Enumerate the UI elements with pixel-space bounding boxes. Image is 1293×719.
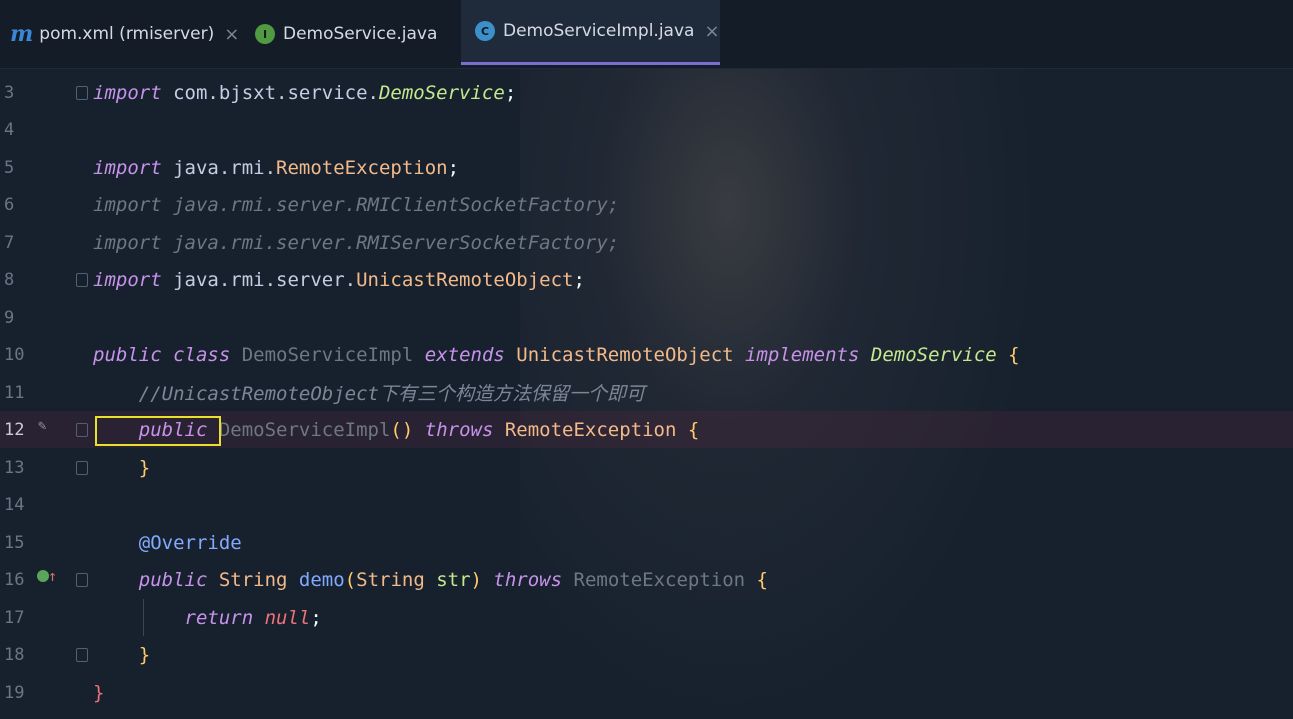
arrow-up-icon: ↑ <box>48 567 58 585</box>
interface-icon: I <box>255 24 275 44</box>
code-comment: //UnicastRemoteObject下有三个构造方法保留一个即可 <box>93 383 645 405</box>
code-line: 13 } <box>4 456 151 479</box>
line-number: 4 <box>4 119 15 140</box>
line-number: 17 <box>4 607 25 628</box>
code-line: 17 return null; <box>4 606 322 629</box>
line-number: 12 <box>4 419 25 440</box>
edit-pencil-icon[interactable]: ✎ <box>38 418 46 434</box>
code-editor[interactable]: 3 import com.bjsxt.service.DemoService; … <box>0 74 1293 719</box>
fold-icon[interactable] <box>76 461 88 475</box>
line-number: 14 <box>4 494 25 515</box>
line-number: 16 <box>4 569 25 590</box>
fold-icon[interactable] <box>76 573 88 587</box>
fold-icon[interactable] <box>76 273 88 287</box>
code-line: 6 import java.rmi.server.RMIClientSocket… <box>4 193 620 216</box>
code-line: 3 import com.bjsxt.service.DemoService; <box>4 81 517 104</box>
code-line: 18 } <box>4 643 151 666</box>
code-line: 8 import java.rmi.server.UnicastRemoteOb… <box>4 268 585 291</box>
code-line: 16 ↑ public String demo(String str) thro… <box>4 567 768 591</box>
line-number: 15 <box>4 532 25 553</box>
line-number: 13 <box>4 457 25 478</box>
line-number: 3 <box>4 82 15 103</box>
close-icon[interactable]: × <box>224 24 239 45</box>
line-number: 5 <box>4 157 15 178</box>
tab-demoserviceimpl[interactable]: C DemoServiceImpl.java × <box>461 0 720 65</box>
code-line: 11 //UnicastRemoteObject下有三个构造方法保留一个即可 <box>0 374 1293 411</box>
indent-guide <box>143 599 144 636</box>
tab-label: DemoServiceImpl.java <box>503 21 695 41</box>
code-line: 7 import java.rmi.server.RMIServerSocket… <box>4 231 620 254</box>
line-number: 18 <box>4 644 25 665</box>
line-number: 19 <box>4 682 25 703</box>
code-line: 4 <box>0 111 1293 148</box>
code-line: 5 import java.rmi.RemoteException; <box>4 156 460 179</box>
close-icon[interactable]: × <box>704 21 719 42</box>
class-icon: C <box>475 21 495 41</box>
code-line: 15 @Override <box>0 524 1293 561</box>
highlight-box <box>95 416 221 446</box>
code-line: 10 public class DemoServiceImpl extends … <box>4 343 1020 366</box>
line-number: 11 <box>4 382 25 403</box>
tab-pom-xml[interactable]: m pom.xml (rmiserver) × <box>10 0 240 68</box>
line-number: 10 <box>4 344 25 365</box>
tab-label: pom.xml (rmiserver) <box>39 24 215 44</box>
code-line: 19 } <box>4 681 105 704</box>
maven-icon: m <box>10 21 34 47</box>
fold-icon[interactable] <box>76 648 88 662</box>
code-line: 14 <box>0 486 1293 523</box>
fold-icon[interactable] <box>76 423 88 437</box>
line-number: 7 <box>4 232 15 253</box>
tab-label: DemoService.java <box>283 24 438 44</box>
editor-tab-bar: m pom.xml (rmiserver) × I DemoService.ja… <box>0 0 1293 69</box>
annotation: @Override <box>93 531 242 554</box>
code-line: 9 <box>0 299 1293 336</box>
tab-demoservice[interactable]: I DemoService.java <box>255 0 455 68</box>
line-number: 9 <box>4 307 15 328</box>
line-number: 8 <box>4 269 15 290</box>
fold-icon[interactable] <box>76 86 88 100</box>
line-number: 6 <box>4 194 15 215</box>
